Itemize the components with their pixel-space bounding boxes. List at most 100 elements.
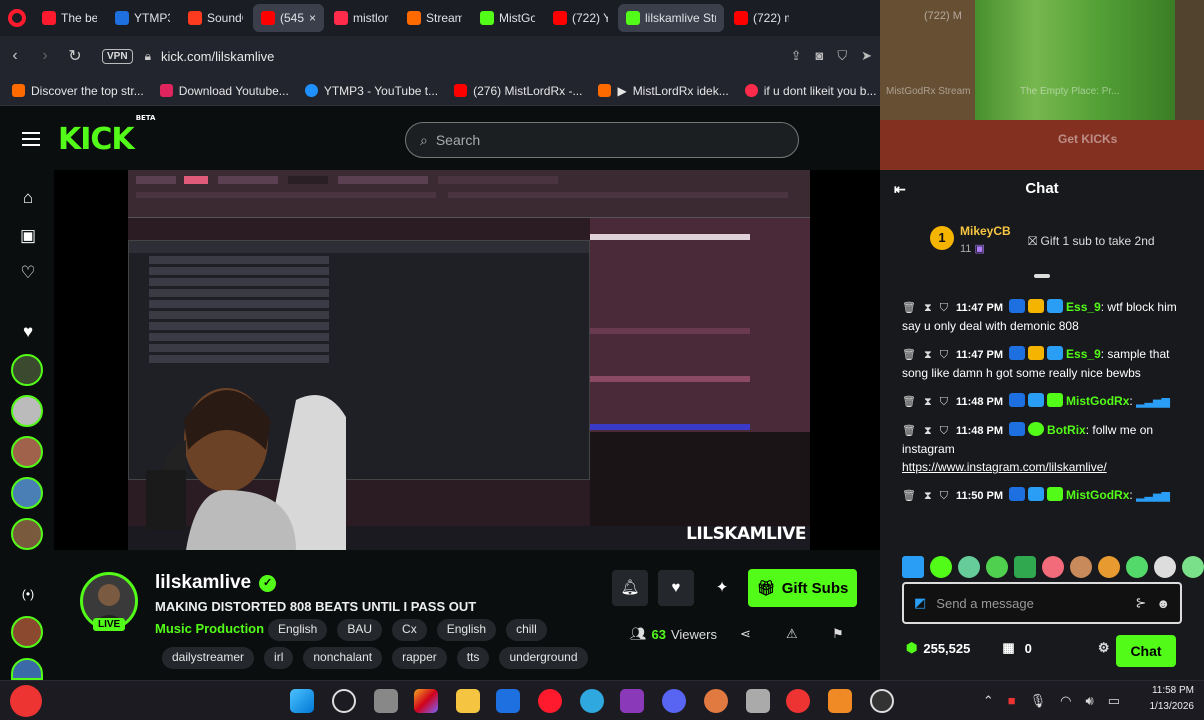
timeout-icon[interactable]: ⧗ (924, 490, 932, 502)
timeout-icon[interactable]: ⧗ (924, 349, 932, 361)
channel-name[interactable]: lilskamlive ✓ (155, 572, 277, 594)
wifi-icon[interactable]: ◠ (1060, 693, 1071, 709)
report-icon[interactable]: ⚠ (786, 626, 798, 642)
chat-username[interactable]: MistGodRx (1066, 394, 1129, 408)
profile-widget-icon[interactable] (10, 685, 42, 717)
volume-icon[interactable]: 🔊︎ (1086, 693, 1094, 709)
bookmark-item[interactable]: Download Youtube... (159, 84, 289, 98)
emote-icon[interactable] (1042, 556, 1064, 578)
chat-username[interactable]: Ess_9 (1066, 347, 1101, 361)
bookmark-item[interactable]: Discover the top str... (12, 84, 144, 98)
lock-icon[interactable]: 🔒︎ (145, 49, 151, 64)
followed-heart-icon[interactable]: ♥ (18, 322, 38, 342)
timeout-icon[interactable]: ⧗ (924, 302, 932, 314)
followed-channel-avatar[interactable] (11, 477, 43, 509)
followed-channel-avatar[interactable] (11, 436, 43, 468)
emote-icon[interactable] (986, 556, 1008, 578)
url-field[interactable]: kick.com/lilskamlive (161, 49, 274, 64)
browser-tab-active[interactable]: lilskamlive Strea (618, 4, 724, 32)
chat-link[interactable]: https://www.instagram.com/lilskamlive/ (902, 460, 1107, 474)
browser-tab[interactable]: (722) You (545, 4, 616, 32)
media-player-icon[interactable] (870, 689, 894, 713)
tag[interactable]: underground (499, 647, 588, 669)
gifter-name[interactable]: MikeyCB (960, 224, 1011, 238)
emote-icon[interactable] (1070, 556, 1092, 578)
delete-icon[interactable]: 🗑︎ (902, 490, 916, 502)
file-explorer-icon[interactable] (456, 689, 480, 713)
recommended-channel-avatar[interactable] (11, 616, 43, 648)
discord-icon[interactable] (662, 689, 686, 713)
home-icon[interactable]: ⌂ (18, 188, 38, 208)
delete-icon[interactable]: 🗑︎ (902, 396, 916, 408)
tray-app-icon[interactable]: ■ (1008, 693, 1016, 709)
kicks-balance[interactable]: 255,525 (923, 641, 970, 656)
channel-name-text[interactable]: lilskamlive (155, 572, 251, 594)
notification-bell-button[interactable]: 🔔︎ (612, 570, 648, 606)
browser-tab[interactable]: (722) mis (726, 4, 797, 32)
moderation-icon[interactable]: ⚑ (832, 626, 844, 642)
browser-tab[interactable]: Stream (399, 4, 470, 32)
browser-tab[interactable]: The best (34, 4, 105, 32)
video-player[interactable]: LILSKAMLIVE (54, 170, 880, 550)
settings-icon[interactable]: ⚙ (1098, 640, 1110, 656)
emote-icon[interactable] (1098, 556, 1120, 578)
follow-button[interactable]: ♥ (658, 570, 694, 606)
bookmark-item[interactable]: ▶ MistLordRx idek... (598, 84, 729, 98)
store-icon[interactable]: ▦ (1002, 640, 1014, 656)
forward-icon[interactable]: › (30, 47, 60, 65)
browser-tab[interactable]: SoundCl (180, 4, 251, 32)
live-radio-icon[interactable]: (•) (18, 584, 38, 604)
battery-icon[interactable]: ▭ (1108, 693, 1120, 709)
chat-username[interactable]: Ess_9 (1066, 300, 1101, 314)
copilot-icon[interactable] (414, 689, 438, 713)
emote-icon[interactable] (930, 556, 952, 578)
kick-emote-icon[interactable]: ⊱ (1135, 595, 1146, 611)
bookmark-item[interactable]: if u dont likeit you b... (744, 84, 876, 98)
edge-icon[interactable] (580, 689, 604, 713)
tag[interactable]: English (268, 619, 328, 641)
browse-icon[interactable]: ▣ (18, 226, 38, 246)
ban-icon[interactable]: ⛉ (940, 396, 948, 408)
pinned-handle[interactable] (1034, 274, 1050, 278)
search-input[interactable]: ⌕ Search (405, 122, 799, 158)
timeout-icon[interactable]: ⧗ (924, 425, 932, 437)
collapse-chat-icon[interactable]: ⇤ (894, 170, 906, 208)
following-heart-icon[interactable]: ♡ (18, 263, 38, 283)
app-icon[interactable] (786, 689, 810, 713)
timeout-icon[interactable]: ⧗ (924, 396, 932, 408)
chevron-up-icon[interactable]: ⌃ (983, 693, 994, 709)
tag[interactable]: BAU (337, 619, 383, 641)
tag[interactable]: dailystreamer (162, 647, 255, 669)
send-chat-button[interactable]: Chat (1116, 635, 1176, 667)
chat-username[interactable]: BotRix (1047, 423, 1086, 437)
send-icon[interactable]: ➤ (861, 48, 872, 64)
delete-icon[interactable]: 🗑︎ (902, 302, 916, 314)
ban-icon[interactable]: ⛉ (940, 425, 948, 437)
delete-icon[interactable]: 🗑︎ (902, 425, 916, 437)
app-icon[interactable] (620, 689, 644, 713)
share-icon[interactable]: ⇪ (791, 48, 802, 64)
camera-app-icon[interactable] (746, 689, 770, 713)
followed-channel-avatar[interactable] (11, 354, 43, 386)
clock[interactable]: 11:58 PM 1/13/2026 (1150, 683, 1195, 715)
bookmark-item[interactable]: YTMP3 - YouTube t... (304, 84, 438, 98)
category-link[interactable]: Music Production (155, 621, 264, 636)
tag[interactable]: tts (456, 647, 490, 669)
tag[interactable]: Cx (392, 619, 427, 641)
app-icon[interactable] (496, 689, 520, 713)
shield-icon[interactable]: ⛉ (837, 48, 847, 64)
reload-icon[interactable]: ↻ (60, 46, 90, 66)
task-view-icon[interactable] (374, 689, 398, 713)
tab-close-icon[interactable]: × (309, 11, 316, 25)
tag[interactable]: English (436, 619, 497, 641)
microphone-icon[interactable]: 🎙︎ (1030, 693, 1047, 709)
chat-username[interactable]: MistGodRx (1066, 488, 1129, 502)
tag[interactable]: rapper (392, 647, 447, 669)
back-icon[interactable]: ‹ (0, 47, 30, 65)
windows-start-icon[interactable] (290, 689, 314, 713)
menu-icon[interactable] (22, 132, 40, 150)
search-icon[interactable] (332, 689, 356, 713)
emote-icon[interactable] (902, 556, 924, 578)
browser-tab[interactable]: mistlord (326, 4, 397, 32)
bookmark-item[interactable]: (276) MistLordRx -... (454, 84, 582, 98)
